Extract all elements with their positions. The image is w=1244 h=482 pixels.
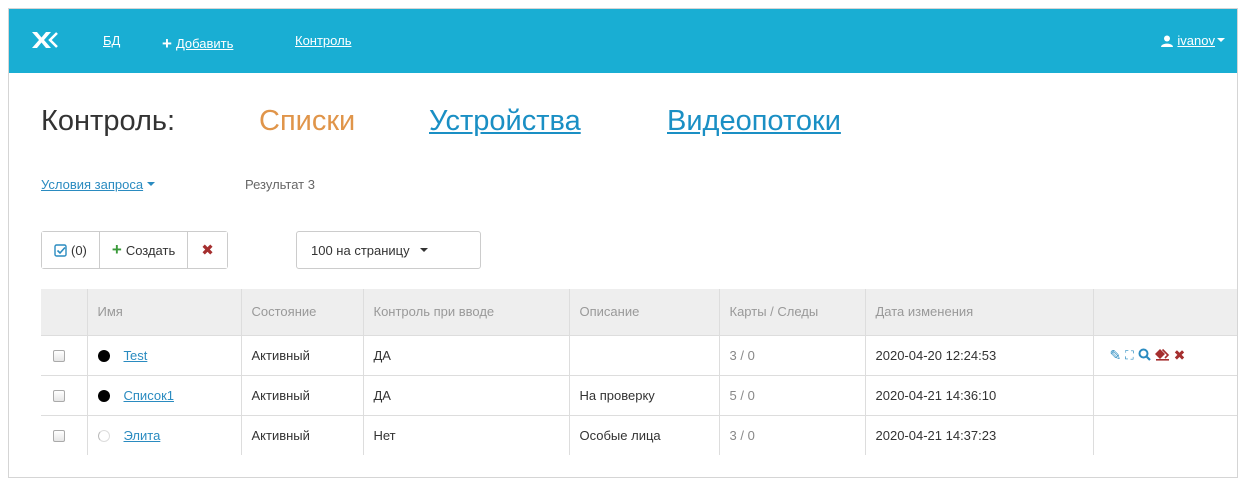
username: ivanov xyxy=(1177,33,1215,48)
nav-bd-link[interactable]: БД xyxy=(103,33,120,48)
plus-icon: + xyxy=(111,240,122,259)
state-cell: Активный xyxy=(241,334,364,375)
description-cell: Особые лица xyxy=(569,414,720,455)
table-row: Элита Активный Нет Особые лица 3 / 0 202… xyxy=(41,414,1237,455)
tab-devices[interactable]: Устройства xyxy=(429,105,581,138)
per-page-value: 100 на страницу xyxy=(311,242,410,258)
page-title: Контроль: xyxy=(41,105,176,137)
date-cell: 2020-04-21 14:36:10 xyxy=(865,374,1094,415)
status-dot xyxy=(97,349,110,362)
user-icon xyxy=(1161,35,1174,47)
list-name-link[interactable]: Элита xyxy=(124,428,161,443)
search-icon[interactable] xyxy=(1138,348,1151,363)
input-control-cell: ДА xyxy=(363,374,570,415)
input-control-cell: ДА xyxy=(363,334,570,375)
name-cell: Test xyxy=(87,334,242,375)
column-header-description[interactable]: Описание xyxy=(569,289,720,335)
column-header-input-control[interactable]: Контроль при вводе xyxy=(363,289,570,335)
lists-table: Имя Состояние Контроль при вводе Описани… xyxy=(41,289,1238,455)
user-menu[interactable]: ivanov xyxy=(1161,33,1225,48)
input-control-cell: Нет xyxy=(363,414,570,455)
description-cell xyxy=(569,334,720,375)
caret-down-icon xyxy=(419,248,428,252)
tab-lists[interactable]: Списки xyxy=(259,105,355,138)
date-cell: 2020-04-21 14:37:23 xyxy=(865,414,1094,455)
query-conditions-label: Условия запроса xyxy=(41,177,144,192)
top-navbar: БД + Добавить Контроль ivanov xyxy=(9,9,1237,73)
cards-cell: 3 / 0 xyxy=(719,414,866,455)
selection-button[interactable]: (0) xyxy=(42,232,99,268)
caret-down-icon xyxy=(147,182,156,186)
column-header-name[interactable]: Имя xyxy=(87,289,242,335)
remove-icon[interactable]: ✖ xyxy=(1174,348,1186,362)
row-checkbox-cell xyxy=(41,374,88,415)
checkbox-icon xyxy=(54,243,67,257)
create-button[interactable]: + Создать xyxy=(98,232,188,268)
actions-cell xyxy=(1093,414,1237,455)
caret-down-icon xyxy=(1217,38,1225,42)
nav-add-label: Добавить xyxy=(175,36,234,51)
delete-button[interactable]: ✖ xyxy=(187,232,227,268)
row-actions: ✎ ⛶ ✖ xyxy=(1104,348,1238,363)
row-checkbox[interactable] xyxy=(53,350,65,363)
cards-cell: 3 / 0 xyxy=(719,334,866,375)
selected-count: (0) xyxy=(71,242,87,258)
status-dot xyxy=(97,429,110,442)
cards-cell: 5 / 0 xyxy=(719,374,866,415)
name-cell: Элита xyxy=(87,414,242,455)
pencil-icon[interactable]: ✎ xyxy=(1110,348,1122,362)
state-cell: Активный xyxy=(241,414,364,455)
eraser-icon[interactable] xyxy=(1154,348,1170,363)
tab-streams[interactable]: Видеопотоки xyxy=(667,105,841,138)
row-checkbox-cell xyxy=(41,414,88,455)
column-header-state[interactable]: Состояние xyxy=(241,289,364,335)
table-header-row: Имя Состояние Контроль при вводе Описани… xyxy=(41,289,1237,335)
row-checkbox[interactable] xyxy=(53,430,65,443)
nav-control-link[interactable]: Контроль xyxy=(295,33,351,48)
result-count: Результат 3 xyxy=(245,177,315,192)
table-row: Test Активный ДА 3 / 0 2020-04-20 12:24:… xyxy=(41,334,1238,375)
table-row: Список1 Активный ДА На проверку 5 / 0 20… xyxy=(41,374,1237,415)
date-cell: 2020-04-20 12:24:53 xyxy=(865,334,1094,375)
app-frame: БД + Добавить Контроль ivanov Контроль: С… xyxy=(8,8,1238,478)
list-name-link[interactable]: Список1 xyxy=(124,388,174,403)
column-header-cards[interactable]: Карты / Следы xyxy=(719,289,866,335)
row-checkbox-cell xyxy=(41,334,88,375)
state-cell: Активный xyxy=(241,374,364,415)
query-conditions-toggle[interactable]: Условия запроса xyxy=(41,177,156,192)
nav-add-link[interactable]: + Добавить xyxy=(162,33,233,53)
column-header-actions xyxy=(1093,289,1237,335)
actions-cell: ✎ ⛶ ✖ xyxy=(1093,334,1238,375)
logo-icon[interactable] xyxy=(31,30,59,50)
description-cell: На проверку xyxy=(569,374,720,415)
delete-icon: ✖ xyxy=(201,242,214,259)
list-name-link[interactable]: Test xyxy=(124,348,148,363)
status-dot xyxy=(97,389,110,402)
plus-icon: + xyxy=(162,34,172,53)
name-cell: Список1 xyxy=(87,374,242,415)
list-toolbar: (0) + Создать ✖ xyxy=(41,231,228,269)
column-header-date[interactable]: Дата изменения xyxy=(865,289,1094,335)
row-checkbox[interactable] xyxy=(53,390,65,403)
header-checkbox-cell xyxy=(41,289,88,335)
move-icon[interactable]: ⛶ xyxy=(1125,348,1133,362)
create-label: Создать xyxy=(125,242,176,258)
per-page-select[interactable]: 100 на страницу xyxy=(296,231,481,269)
actions-cell xyxy=(1093,374,1237,415)
